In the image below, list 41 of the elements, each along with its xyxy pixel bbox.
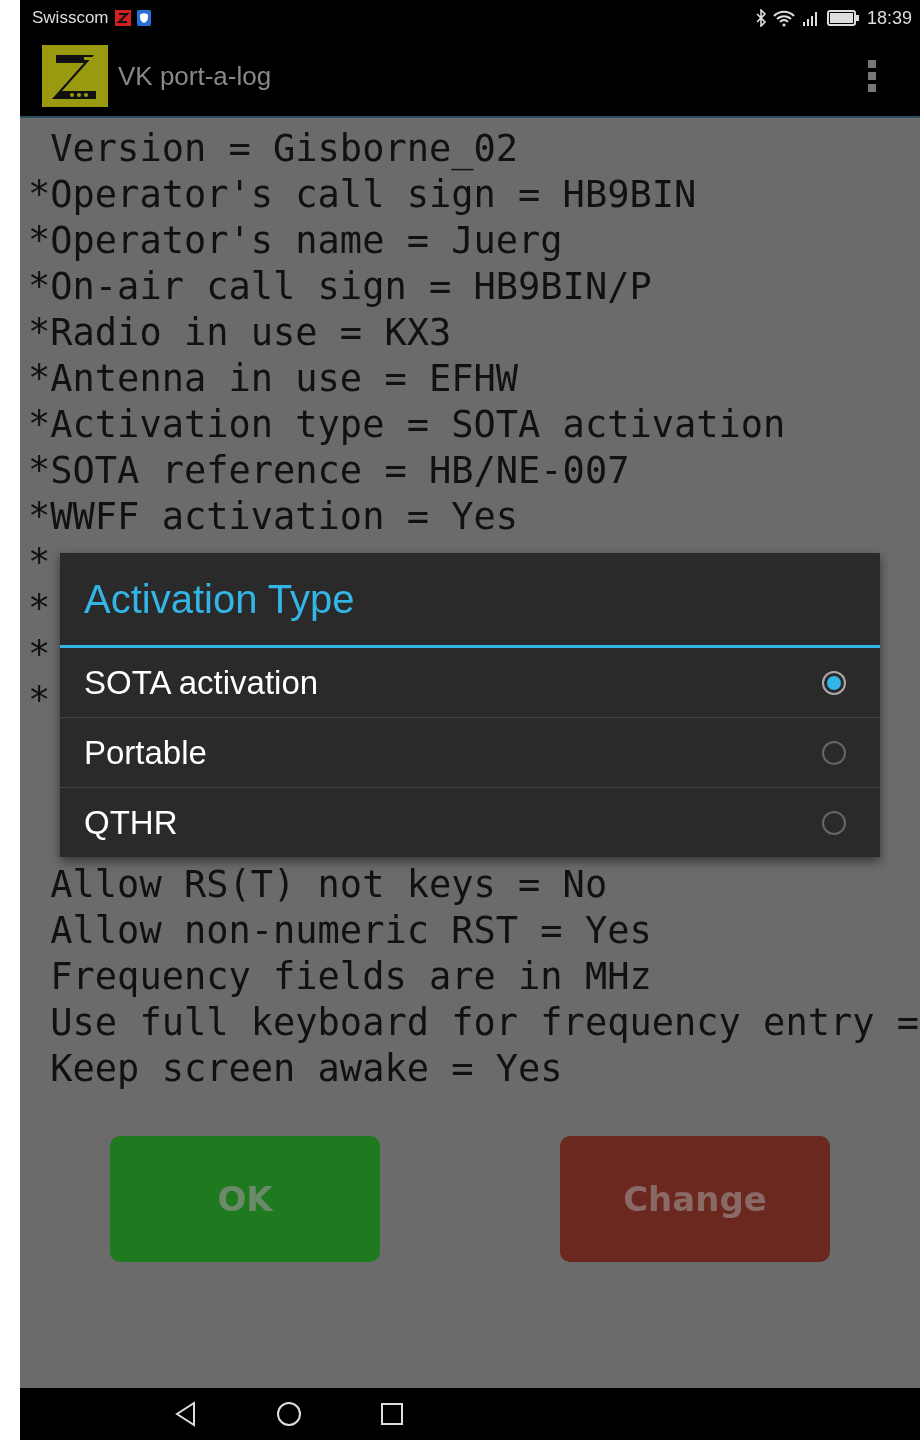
home-icon[interactable] xyxy=(276,1401,302,1427)
setting-line: Allow non-numeric RST = Yes xyxy=(49,908,652,954)
wifi-icon xyxy=(772,9,795,27)
radio-option[interactable]: Portable xyxy=(60,717,880,787)
back-icon[interactable] xyxy=(174,1401,198,1427)
app-title: VK port-a-log xyxy=(118,60,272,92)
option-label: QTHR xyxy=(84,803,178,842)
option-label: SOTA activation xyxy=(84,663,319,702)
setting-line: * xyxy=(28,586,51,632)
setting-line: * xyxy=(28,632,51,678)
clock-time: 18:39 xyxy=(866,7,912,29)
setting-line: Frequency fields are in MHz xyxy=(49,954,652,1000)
app-logo-icon xyxy=(42,45,108,107)
battery-icon xyxy=(826,10,859,26)
bluetooth-icon xyxy=(754,9,767,27)
shield-icon xyxy=(136,10,151,26)
app-notification-icon xyxy=(114,10,131,26)
radio-button[interactable] xyxy=(822,740,846,765)
setting-line: Version = Gisborne_02 xyxy=(49,126,519,172)
radio-button[interactable] xyxy=(822,810,846,835)
setting-line: Keep screen awake = Yes xyxy=(49,1046,563,1092)
setting-line: Use full keyboard for frequency entry = xyxy=(49,1000,920,1046)
setting-line: * xyxy=(28,678,51,724)
carrier-name: Swisscom xyxy=(32,8,109,28)
setting-line: *Radio in use = KX3 xyxy=(28,310,452,356)
setting-line: *On-air call sign = HB9BIN/P xyxy=(28,264,652,310)
radio-option[interactable]: QTHR xyxy=(60,787,880,857)
setting-line: *Antenna in use = EFHW xyxy=(28,356,519,402)
setting-line: Allow RS(T) not keys = No xyxy=(49,862,608,908)
setting-line: *SOTA reference = HB/NE-007 xyxy=(28,448,630,494)
setting-line: *Activation type = SOTA activation xyxy=(28,402,786,448)
setting-line: * xyxy=(28,540,51,586)
radio-button[interactable] xyxy=(822,670,846,695)
radio-option[interactable]: SOTA activation xyxy=(60,648,880,717)
setting-line: *Operator's name = Juerg xyxy=(28,218,563,264)
overflow-menu-icon[interactable] xyxy=(868,60,876,92)
setting-line: *Operator's call sign = HB9BIN xyxy=(28,172,697,218)
option-label: Portable xyxy=(84,733,207,772)
setting-line: *WWFF activation = Yes xyxy=(28,494,519,540)
dialog-title: Activation Type xyxy=(60,553,880,648)
recents-icon[interactable] xyxy=(380,1402,404,1426)
